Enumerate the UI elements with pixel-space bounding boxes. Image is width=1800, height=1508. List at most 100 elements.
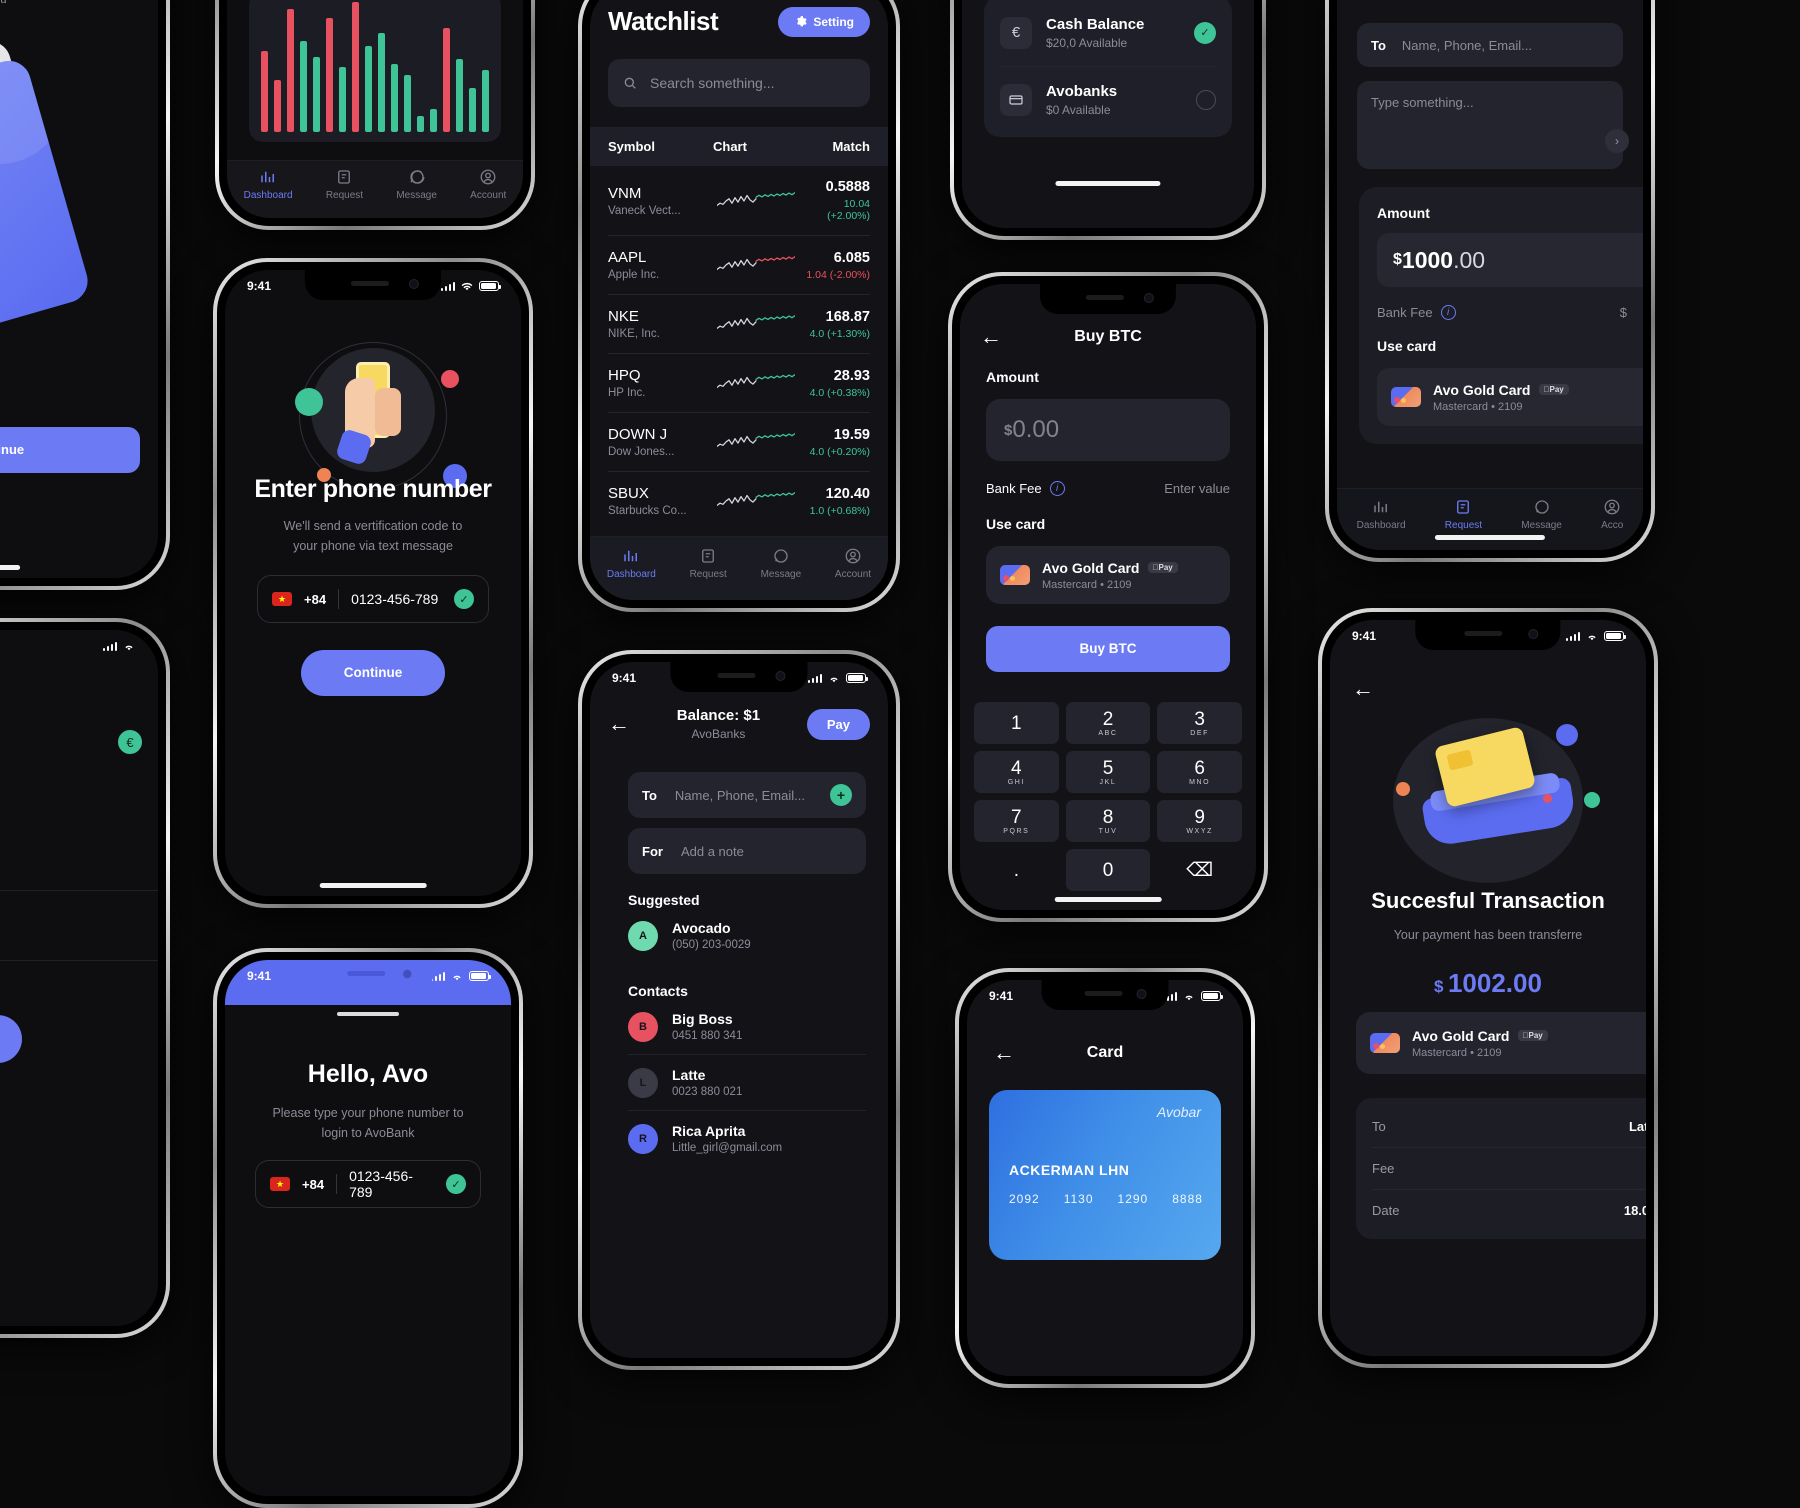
row-symbol: AAPL — [608, 249, 647, 266]
tab-account[interactable]: Account — [470, 168, 506, 201]
info-icon[interactable]: i — [1440, 305, 1456, 320]
chart-bar — [378, 33, 385, 132]
amount-input[interactable]: $ 0.00 — [986, 399, 1230, 461]
back-button[interactable]: ← — [980, 326, 1002, 348]
check-circle-icon: ✓ — [454, 589, 474, 609]
key-2[interactable]: 2 ABC — [1065, 702, 1151, 744]
continue-button[interactable]: Continue — [301, 650, 445, 696]
euro-icon: € — [1000, 16, 1032, 49]
bank-fee-value: Enter value — [1164, 481, 1230, 496]
bottom-tabbar: Dashboard Request Message Acco — [1337, 488, 1643, 550]
hello-subtitle: Please type your phone number to login t… — [272, 1106, 464, 1140]
tab-account[interactable]: Acco — [1601, 498, 1623, 531]
battery-icon — [479, 281, 501, 291]
tab-account[interactable]: Account — [835, 547, 871, 580]
list-item[interactable]: A Avocado (050) 203-0029 — [628, 908, 866, 963]
row-price: 120.40 — [825, 485, 870, 502]
notch — [1415, 620, 1561, 650]
key-9[interactable]: 9 WXYZ — [1157, 800, 1242, 842]
list-item[interactable]: B Big Boss 0451 880 341 — [628, 999, 866, 1055]
wifi-icon — [453, 975, 461, 980]
search-input[interactable]: Search something... — [608, 59, 870, 107]
tab-message[interactable]: Message — [1521, 498, 1562, 531]
buy-btc-label: Buy BTC — [1079, 641, 1137, 656]
tab-dashboard[interactable]: Dashboard — [607, 547, 656, 580]
table-row[interactable]: SBUX Starbucks Co... 120.40 1.0 (+0.68%) — [608, 471, 870, 530]
key-6[interactable]: 6 MNO — [1157, 751, 1242, 793]
list-item[interactable]: R Rica Aprita Little_girl@gmail.com — [628, 1111, 866, 1166]
back-button[interactable]: ← — [993, 1042, 1015, 1064]
detail-row: To Latte — [1372, 1106, 1646, 1147]
row-company: NIKE, Inc. — [608, 328, 660, 340]
phone-community: € omunity eived hem there onveration — [0, 618, 170, 1338]
tab-label: Request — [325, 190, 364, 201]
tab-request[interactable]: Request — [326, 168, 363, 201]
tab-request[interactable]: Request — [1445, 498, 1482, 531]
speaker — [1464, 631, 1503, 636]
tab-dashboard[interactable]: Dashboard — [1357, 498, 1406, 531]
fund-option-cash[interactable]: € Cash Balance $20,0 Available ✓ — [1000, 0, 1216, 66]
setting-button[interactable]: Setting — [778, 6, 870, 37]
send-arrow-icon[interactable]: › — [1605, 129, 1629, 153]
row-price: 6.085 — [833, 249, 870, 266]
tab-dashboard[interactable]: Dashboard — [244, 168, 293, 201]
detail-label: To — [1372, 1119, 1386, 1134]
conversation-button[interactable]: onveration — [0, 1015, 22, 1063]
card-row[interactable]: Avo Gold Card Pay Mastercard • 2109 — [986, 546, 1230, 604]
home-indicator — [1055, 181, 1161, 186]
table-row[interactable]: NKE NIKE, Inc. 168.87 4.0 (+1.30%) — [608, 294, 870, 353]
unselected-radio[interactable] — [1196, 89, 1216, 110]
amount-panel: Amount $ 1000 .00 Bank Fee i $ Use card — [1359, 187, 1643, 444]
back-button[interactable]: ← — [1352, 678, 1374, 700]
phone-number-field[interactable]: ★ +84 0123-456-789 ✓ — [257, 575, 489, 623]
fund-option-avobanks[interactable]: Avobanks $0 Available — [1000, 67, 1216, 133]
detail-row: Fee — [1372, 1147, 1646, 1189]
pay-button[interactable]: Pay — [806, 708, 870, 740]
credit-card[interactable]: Avobar ACKERMAN LHN 2092 1130 1290 8888 — [989, 1090, 1221, 1260]
chart-bar — [339, 67, 346, 132]
phone-number-field[interactable]: ★ +84 0123-456-789 ✓ — [255, 1160, 481, 1208]
vietnam-flag-icon: ★ — [270, 1177, 290, 1191]
key-7[interactable]: 7 PQRS — [974, 800, 1059, 842]
tab-message[interactable]: Message — [761, 547, 801, 580]
for-field[interactable]: For Add a note — [628, 828, 866, 874]
note-field[interactable]: Type something... › — [1357, 81, 1629, 169]
list-item[interactable]: L Latte 0023 880 021 — [628, 1055, 866, 1111]
card-row[interactable]: Avo Gold Card Pay Mastercard • 2109 — [1377, 368, 1643, 426]
key-number: 8 — [1102, 806, 1114, 828]
key-4[interactable]: 4 GHI — [974, 751, 1059, 793]
for-placeholder: Add a note — [680, 843, 744, 859]
tab-message[interactable]: Message — [396, 168, 437, 201]
key-3[interactable]: 3 DEF — [1157, 702, 1242, 744]
key-backspace[interactable]: ⌫ — [1157, 849, 1242, 891]
row-price: 19.59 — [833, 426, 870, 443]
notch — [670, 662, 808, 692]
contact-detail: 0451 880 341 — [672, 1030, 743, 1042]
tab-request[interactable]: Request — [690, 547, 727, 580]
dot-blue — [1556, 724, 1578, 746]
table-row[interactable]: HPQ HP Inc. 28.93 4.0 (+0.38%) — [608, 353, 870, 412]
sheet-handle[interactable] — [337, 1012, 399, 1016]
buy-btc-button[interactable]: Buy BTC — [986, 626, 1230, 672]
back-button[interactable]: ← — [608, 713, 630, 735]
key-letters: MNO — [1189, 778, 1211, 786]
table-row[interactable]: VNM Vaneck Vect... 0.5888 10.04 (+2.00%) — [608, 166, 870, 235]
key-1[interactable]: 1 — [974, 702, 1059, 744]
tab-label: Dashboard — [606, 569, 656, 580]
to-field[interactable]: To Name, Phone, Email... — [1357, 23, 1623, 67]
key-8[interactable]: 8 TUV — [1065, 800, 1151, 842]
info-icon[interactable]: i — [1049, 481, 1065, 496]
to-field[interactable]: To Name, Phone, Email... + — [628, 772, 866, 818]
continue-button[interactable]: Continue — [0, 427, 140, 473]
table-row[interactable]: AAPL Apple Inc. 6.085 1.04 (-2.00%) — [608, 235, 870, 294]
amount-display[interactable]: $ 1000 .00 — [1377, 233, 1643, 287]
key-dot[interactable]: . — [974, 849, 1059, 891]
table-row[interactable]: DOWN J Dow Jones... 19.59 4.0 (+0.20%) — [608, 412, 870, 471]
key-0[interactable]: 0 — [1065, 849, 1151, 891]
phone-signin: 9:41 Enter phone number We'll send a ver… — [213, 258, 533, 908]
plus-circle-icon[interactable]: + — [830, 784, 852, 806]
chart-bar — [274, 80, 281, 132]
mastercard-icon — [1391, 387, 1421, 407]
card-row[interactable]: Avo Gold Card Pay Mastercard • 2109 — [1356, 1012, 1646, 1074]
key-5[interactable]: 5 JKL — [1065, 751, 1151, 793]
